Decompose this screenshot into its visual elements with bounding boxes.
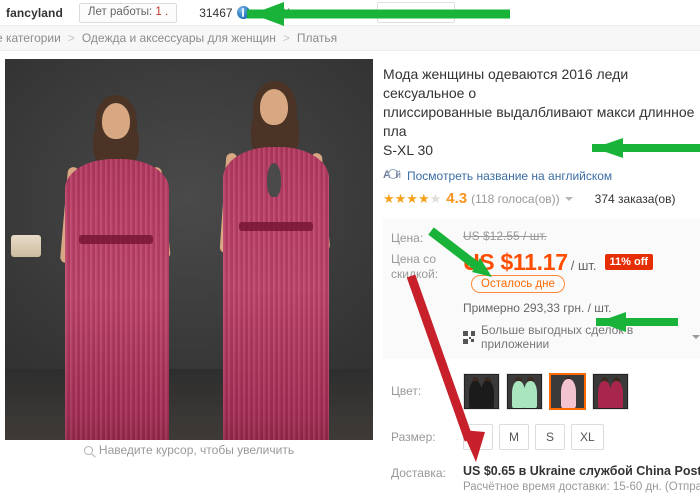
size-row: Размер: L M S XL	[383, 424, 700, 450]
seller-years-label: Лет работы:	[87, 5, 153, 18]
size-options: L M S XL	[463, 424, 700, 450]
original-price: US $12.55 / шт.	[463, 229, 547, 243]
magnifier-icon	[83, 445, 93, 455]
model-right	[201, 79, 351, 459]
shipping-cost-method: US $0.65 в Ukraine службой China Post Re…	[463, 464, 700, 478]
product-image-main[interactable]	[5, 59, 373, 459]
seller-feedback-count[interactable]: 31467	[199, 5, 250, 20]
seller-years-value: 1 .	[155, 5, 169, 18]
page-title: Мода женщины одеваются 2016 леди сексуал…	[383, 66, 695, 158]
star-rating-icon: ★★★★★	[383, 190, 442, 206]
color-swatches	[463, 373, 700, 410]
size-option-s[interactable]: S	[535, 424, 565, 450]
color-swatch-mint-green[interactable]	[506, 373, 543, 410]
zoom-hint: Наведите курсор, чтобы увеличить	[5, 440, 373, 460]
price-per-unit: / шт.	[570, 258, 597, 273]
discount-price: US $11.17	[463, 249, 568, 275]
model-head	[102, 103, 130, 139]
color-swatch-black[interactable]	[463, 373, 500, 410]
size-label: Размер:	[391, 430, 436, 444]
size-option-m[interactable]: M	[499, 424, 529, 450]
rating-value: 4.3	[446, 190, 468, 207]
color-row: Цвет:	[383, 373, 700, 410]
rating-row: ★★★★★ 4.3 (118 голоса(ов)) 374 заказа(ов…	[383, 190, 700, 207]
model-dress-waist	[239, 222, 313, 231]
price-label: Цена:	[391, 231, 424, 245]
medal-icon	[236, 5, 250, 19]
clutch-bag	[11, 235, 41, 257]
top-toolbar-button[interactable]	[377, 2, 455, 23]
seller-years-badge: Лет работы: 1 .	[78, 2, 178, 23]
color-swatch-pink[interactable]	[549, 373, 586, 410]
chevron-down-icon[interactable]	[564, 196, 573, 201]
model-head	[260, 89, 288, 125]
shipping-estimate: Расчётное время доставки: 15-60 дн. (Отп…	[463, 481, 700, 493]
price-row-discount: Цена со скидкой: US $11.17/ шт. 11% off Ос…	[383, 250, 700, 295]
product-page: fancyland Лет работы: 1 . 31467 95% се к…	[0, 0, 700, 503]
breadcrumb-item-dresses[interactable]: Платья	[297, 31, 337, 45]
language-translate-icon: Aй	[383, 169, 401, 181]
app-deals-row[interactable]: Больше выгодных сделок в приложении	[463, 323, 700, 351]
feedback-count-value: 31467	[199, 5, 233, 20]
discount-price-label: Цена со скидкой:	[391, 252, 439, 281]
size-option-xl[interactable]: XL	[571, 424, 604, 450]
size-option-l[interactable]: L	[463, 424, 493, 450]
qr-code-icon	[463, 330, 475, 344]
breadcrumb: се категории > Одежда и аксессуары для ж…	[0, 25, 700, 51]
model-dress-waist	[79, 235, 153, 244]
model-left	[41, 89, 191, 459]
shipping-label: Доставка:	[391, 466, 446, 480]
breadcrumb-item-womens-clothing[interactable]: Одежда и аксессуары для женщин	[82, 31, 276, 45]
photo-backdrop	[5, 59, 373, 459]
seller-name[interactable]: fancyland	[6, 6, 63, 20]
shipping-row: Доставка: US $0.65 в Ukraine службой Chi…	[383, 464, 700, 493]
color-swatch-burgundy[interactable]	[592, 373, 629, 410]
translate-title-row[interactable]: Aй Посмотреть название на английском	[383, 169, 700, 183]
days-left-badge: Осталось дне	[471, 275, 565, 293]
zoom-hint-label: Наведите курсор, чтобы увеличить	[98, 443, 295, 457]
price-block: Цена: US $12.55 / шт. Цена со скидкой: U…	[383, 219, 700, 359]
app-deals-label: Больше выгодных сделок в приложении	[480, 323, 634, 351]
price-row-original: Цена: US $12.55 / шт.	[383, 229, 700, 246]
rating-votes[interactable]: (118 голоса(ов))	[471, 192, 560, 206]
seller-bar: fancyland Лет работы: 1 . 31467 95%	[0, 0, 700, 25]
color-label: Цвет:	[391, 384, 422, 398]
breadcrumb-separator: >	[282, 31, 290, 45]
seller-positive-percent: 95%	[267, 5, 292, 20]
orders-count[interactable]: 374 заказа(ов)	[595, 192, 676, 206]
discount-badge: 11% off	[604, 254, 654, 270]
breadcrumb-item-all-categories[interactable]: се категории	[0, 31, 61, 45]
translate-title-link[interactable]: Посмотреть название на английском	[407, 169, 612, 183]
approx-local-price: Примерно 293,33 грн. / шт.	[463, 301, 612, 315]
chevron-down-icon[interactable]	[692, 335, 700, 339]
breadcrumb-separator: >	[67, 31, 75, 45]
model-dress	[65, 159, 169, 459]
product-info-panel: Мода женщины одеваются 2016 леди сексуал…	[383, 59, 700, 503]
model-dress-keyhole	[267, 163, 281, 197]
